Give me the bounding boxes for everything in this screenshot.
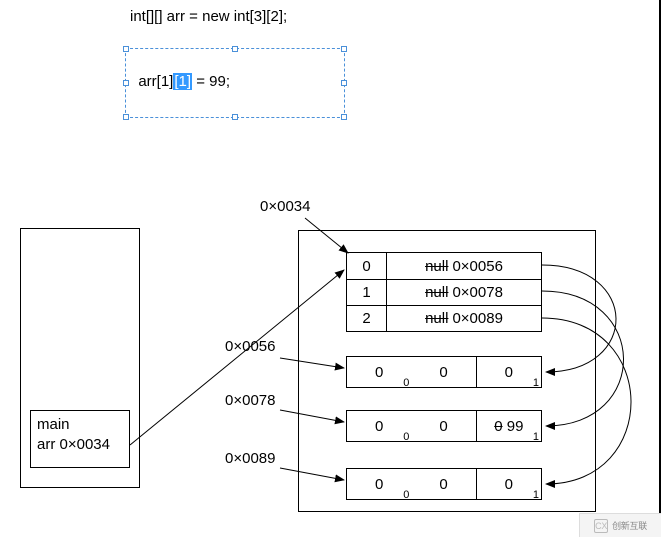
sub-cell: 0 bbox=[476, 469, 541, 499]
old-val: 0 bbox=[494, 418, 502, 435]
code-assignment: arr[1][1] = 99; bbox=[130, 56, 230, 90]
assign-highlight: [1] bbox=[173, 73, 192, 90]
var-value: 0×0034 bbox=[60, 436, 110, 453]
watermark-text: 创新互联 bbox=[612, 519, 647, 532]
watermark-logo-icon: CX bbox=[594, 519, 608, 533]
frame-name: main bbox=[37, 415, 123, 435]
sub-cell: 0 bbox=[411, 411, 475, 441]
subarray-2: 0 0 0 bbox=[346, 468, 542, 500]
subarray-0: 0 0 0 bbox=[346, 356, 542, 388]
outer-old: null bbox=[425, 284, 448, 301]
assign-prefix: arr[1] bbox=[138, 73, 173, 90]
assign-suffix: = 99; bbox=[192, 73, 230, 90]
sub-cell: 0 bbox=[411, 357, 475, 387]
sub-cell: 0 bbox=[347, 411, 411, 441]
sub-cell: 0 bbox=[347, 469, 411, 499]
subarray-1: 0 0 0 99 bbox=[346, 410, 542, 442]
subarray-address-label-0: 0×0056 bbox=[225, 338, 275, 355]
outer-row-1: 1 null 0×0078 bbox=[347, 279, 541, 305]
outer-addr: 0×0089 bbox=[452, 310, 502, 327]
outer-row-2: 2 null 0×0089 bbox=[347, 305, 541, 331]
code-declaration: int[][] arr = new int[3][2]; bbox=[130, 8, 287, 25]
outer-value: null 0×0078 bbox=[387, 280, 541, 305]
var-row: arr 0×0034 bbox=[37, 435, 123, 455]
outer-old: null bbox=[425, 310, 448, 327]
sub-cell: 0 bbox=[476, 357, 541, 387]
outer-index: 0 bbox=[347, 253, 387, 279]
outer-addr: 0×0056 bbox=[452, 258, 502, 275]
outer-value: null 0×0056 bbox=[387, 253, 541, 279]
watermark: CX 创新互联 bbox=[579, 513, 661, 537]
new-val: 99 bbox=[507, 418, 524, 435]
outer-row-0: 0 null 0×0056 bbox=[347, 253, 541, 279]
sub-cell: 0 bbox=[347, 357, 411, 387]
sub-cell-modified: 0 99 bbox=[476, 411, 541, 441]
outer-array-table: 0 null 0×0056 1 null 0×0078 2 null 0×008… bbox=[346, 252, 542, 332]
outer-addr: 0×0078 bbox=[452, 284, 502, 301]
var-name: arr bbox=[37, 436, 55, 453]
sub-cell: 0 bbox=[411, 469, 475, 499]
stack-frame: main arr 0×0034 bbox=[30, 410, 130, 468]
heap-outer-address-label: 0×0034 bbox=[260, 198, 310, 215]
outer-old: null bbox=[425, 258, 448, 275]
outer-value: null 0×0089 bbox=[387, 306, 541, 331]
outer-index: 1 bbox=[347, 280, 387, 305]
outer-index: 2 bbox=[347, 306, 387, 331]
subarray-address-label-1: 0×0078 bbox=[225, 392, 275, 409]
subarray-address-label-2: 0×0089 bbox=[225, 450, 275, 467]
